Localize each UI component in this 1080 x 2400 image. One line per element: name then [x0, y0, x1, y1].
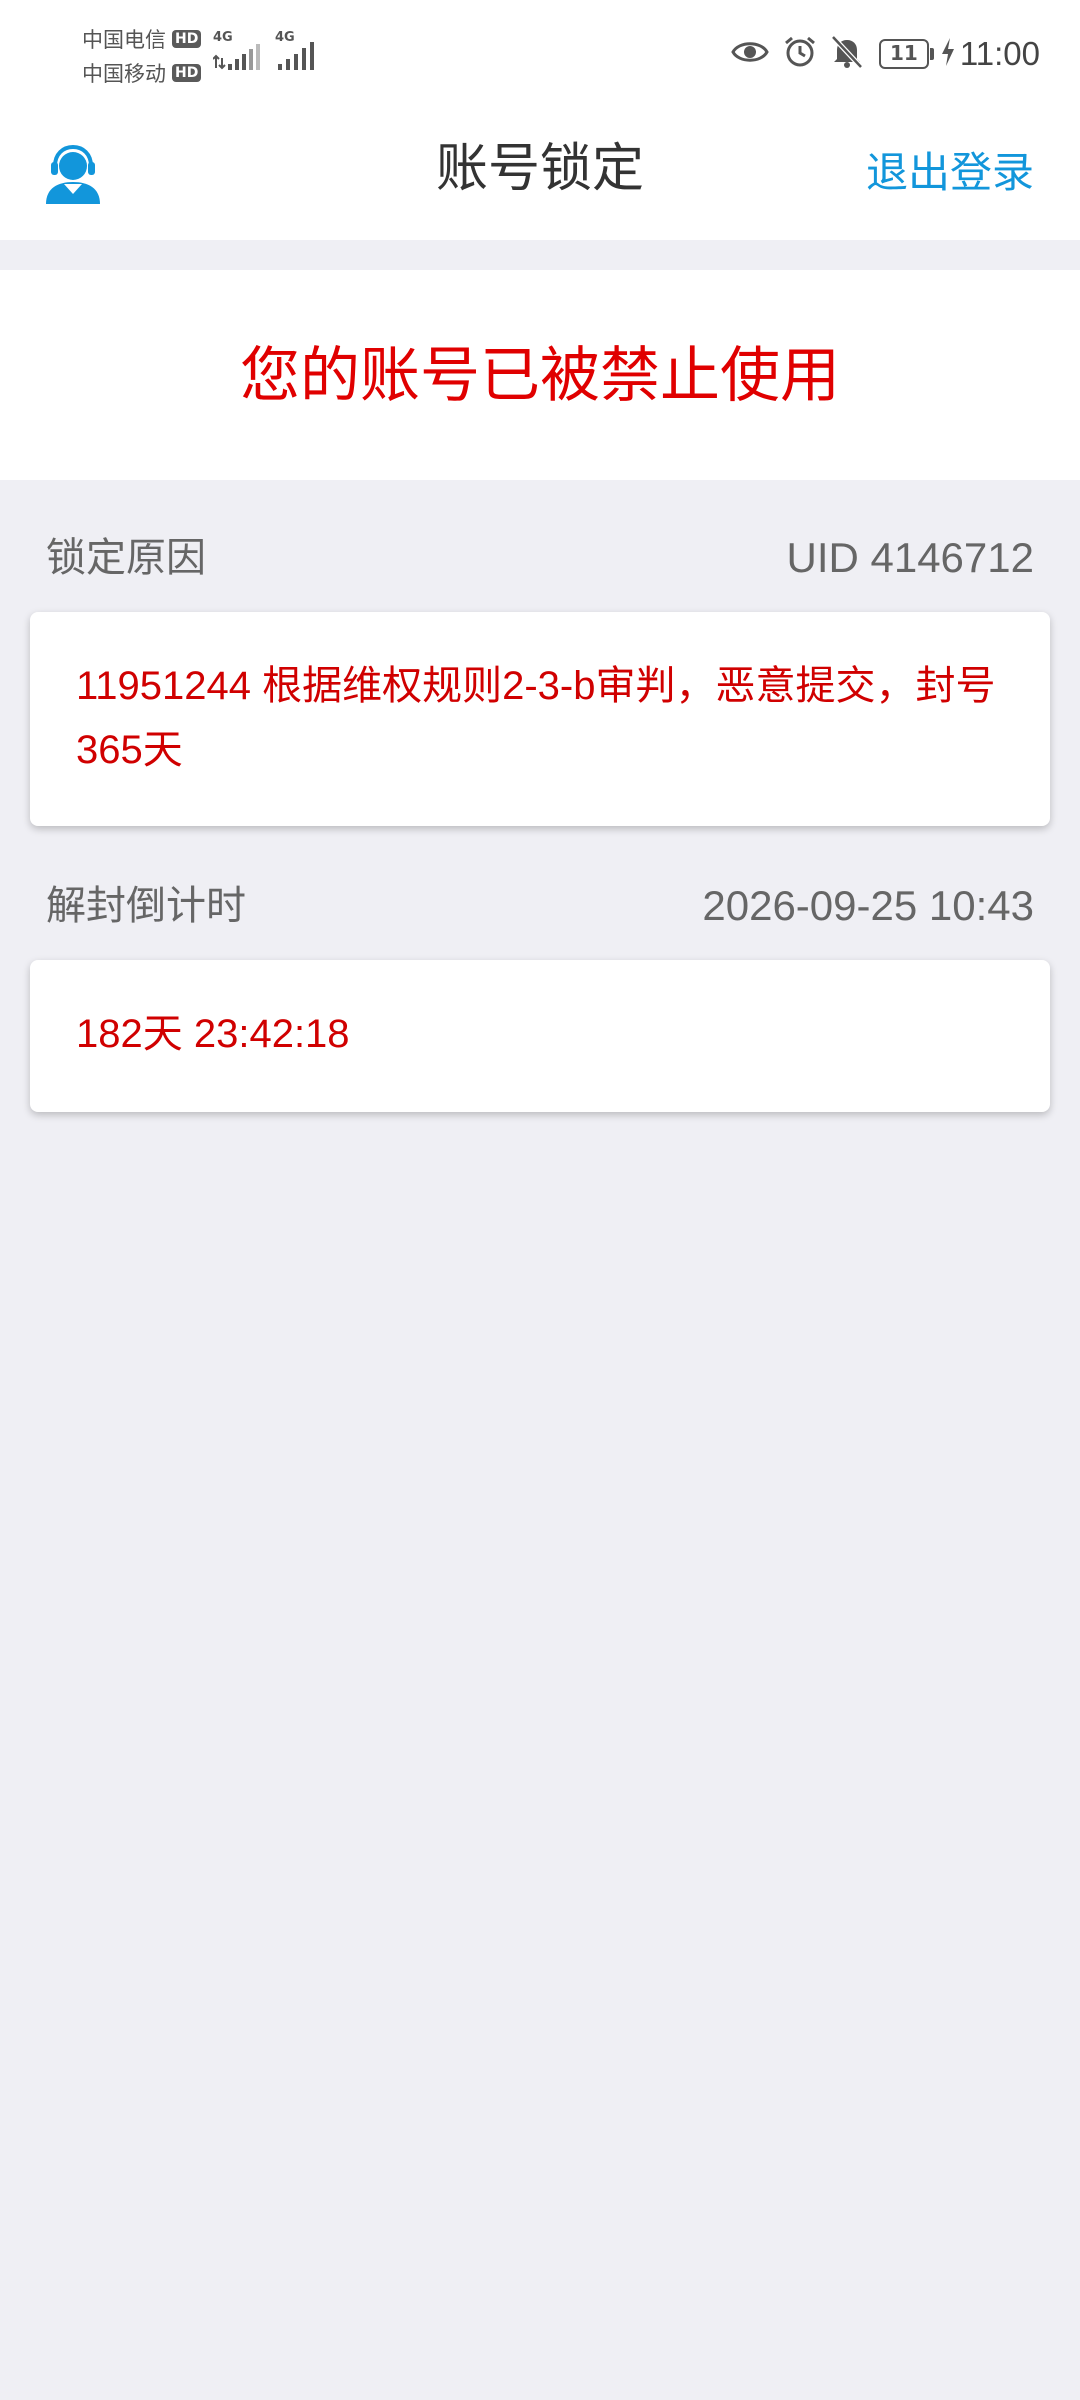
- status-bar: 中国电信 HD 中国移动 HD 4G 4G 11 11:00: [0, 0, 1080, 110]
- lock-reason-label: 锁定原因: [46, 535, 206, 581]
- uid-label: UID 4146712: [786, 534, 1034, 581]
- ban-banner: 您的账号已被禁止使用: [0, 270, 1080, 480]
- status-time: 11:00: [959, 35, 1040, 72]
- alarm-clock-icon: [783, 35, 817, 73]
- carrier-name-1: 中国电信: [82, 28, 166, 52]
- lock-reason-header: 锁定原因 UID 4146712: [46, 530, 1034, 586]
- app-header: 账号锁定 退出登录: [0, 110, 1080, 240]
- signal-strength-icon: 4G: [213, 30, 265, 74]
- carrier-name-2: 中国移动: [82, 62, 166, 86]
- lock-reason-text: 11951244 根据维权规则2-3-b审判，恶意提交，封号365天: [76, 664, 996, 772]
- countdown-header: 解封倒计时 2026-09-25 10:43: [46, 878, 1034, 934]
- countdown-label: 解封倒计时: [46, 883, 246, 929]
- bell-off-icon: [831, 35, 863, 73]
- logout-button[interactable]: 退出登录: [866, 142, 1034, 204]
- countdown-remaining: 182天 23:42:18: [76, 1012, 350, 1056]
- hd-badge-2: HD: [172, 64, 202, 82]
- battery-indicator: 11: [878, 39, 929, 69]
- lock-reason-card: 11951244 根据维权规则2-3-b审判，恶意提交，封号365天: [30, 612, 1050, 826]
- countdown-card: 182天 23:42:18: [30, 960, 1050, 1112]
- signal-strength-icon-2: 4G: [275, 30, 327, 74]
- hd-badge-1: HD: [172, 30, 202, 48]
- ban-message: 您的账号已被禁止使用: [240, 341, 840, 411]
- eye-icon: [731, 37, 769, 71]
- unlock-time: 2026-09-25 10:43: [702, 882, 1034, 929]
- status-icons: 11 11:00: [717, 30, 1040, 78]
- battery-tip: [929, 48, 934, 60]
- charging-icon: [940, 37, 956, 71]
